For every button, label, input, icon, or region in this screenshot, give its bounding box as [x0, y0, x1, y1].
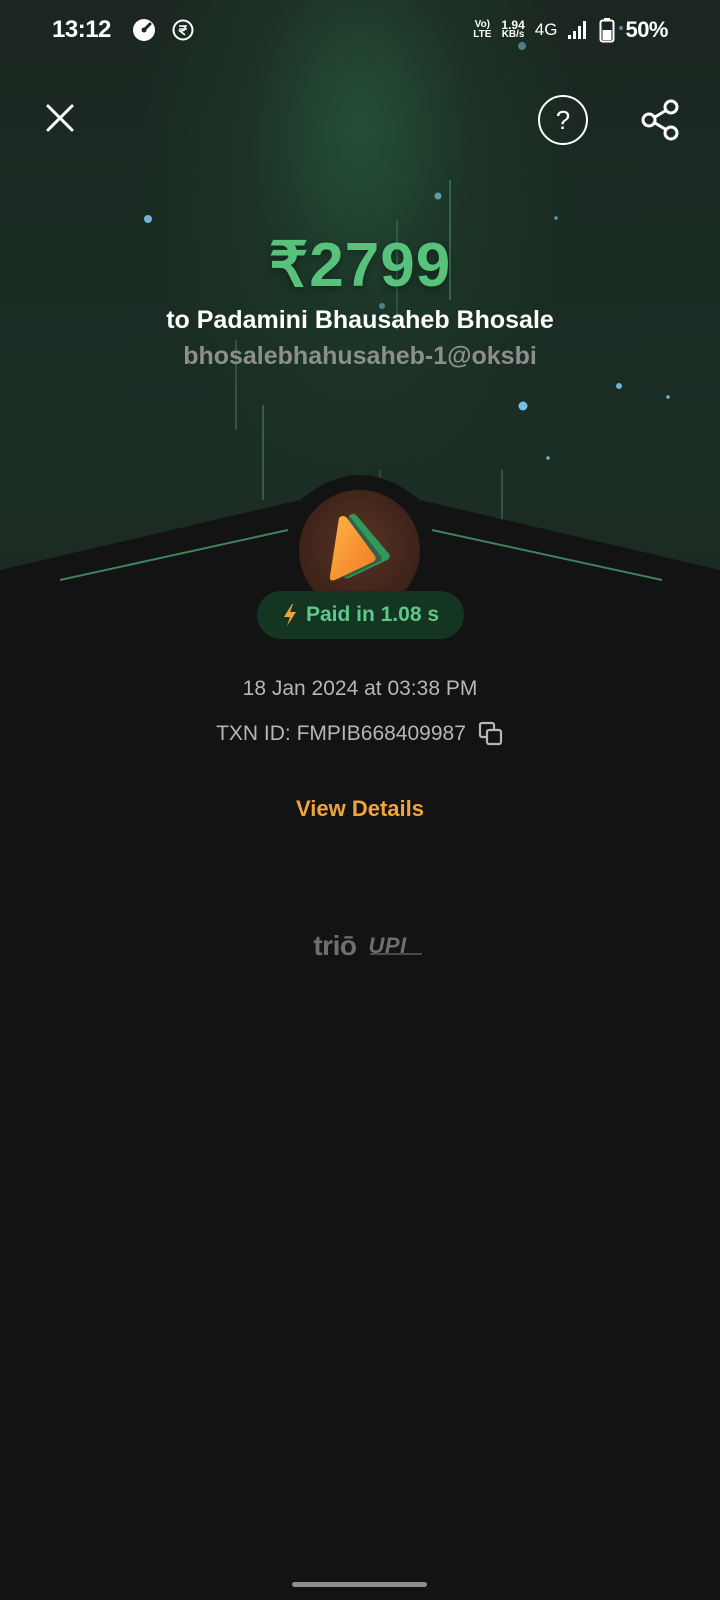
home-indicator[interactable]	[292, 1582, 427, 1587]
close-icon	[46, 104, 74, 132]
transaction-id: TXN ID: FMPIB668409987	[216, 722, 466, 745]
battery-icon	[599, 18, 615, 43]
paid-badge-label: Paid in 1.08 s	[305, 603, 440, 626]
speedometer-icon	[132, 19, 155, 41]
trio-logo: triō	[313, 930, 357, 961]
upi-logo: UPI	[368, 933, 423, 959]
payee-name: to Padamini Bhausaheb Bhosale	[166, 306, 554, 334]
share-button[interactable]	[638, 98, 682, 142]
network-speed: 1.94 KB/s	[501, 18, 525, 40]
play-logo-icon	[329, 514, 390, 581]
battery-percentage: 50%	[625, 17, 668, 42]
close-button[interactable]	[40, 98, 80, 138]
view-details-link[interactable]: View Details	[0, 796, 720, 822]
copy-icon[interactable]	[478, 721, 504, 747]
payee-upi-id: bhosalebhahusaheb-1@oksbi	[183, 342, 537, 370]
paid-speed-badge: Paid in 1.08 s	[257, 591, 464, 639]
help-icon: ?	[555, 104, 571, 135]
lightning-icon	[283, 604, 296, 626]
payment-success-screen: 13:12 Vo) LTE 1.94 KB/s 4G 50% ? ₹2799 t…	[0, 0, 720, 1600]
network-type: 4G	[534, 20, 558, 39]
help-button[interactable]: ?	[538, 95, 588, 145]
share-icon	[641, 99, 679, 141]
transaction-date: 18 Jan 2024 at 03:38 PM	[242, 677, 478, 700]
rupee-circle-icon	[172, 19, 194, 41]
signal-icon	[568, 21, 587, 39]
transaction-id-row: TXN ID: FMPIB668409987	[0, 721, 720, 747]
volte-indicator: Vo) LTE	[473, 19, 492, 40]
status-bar: 13:12 Vo) LTE 1.94 KB/s 4G 50%	[0, 0, 720, 60]
branding-row: triō UPI	[0, 930, 720, 962]
status-time: 13:12	[52, 16, 111, 43]
payment-amount: ₹2799	[268, 231, 452, 300]
